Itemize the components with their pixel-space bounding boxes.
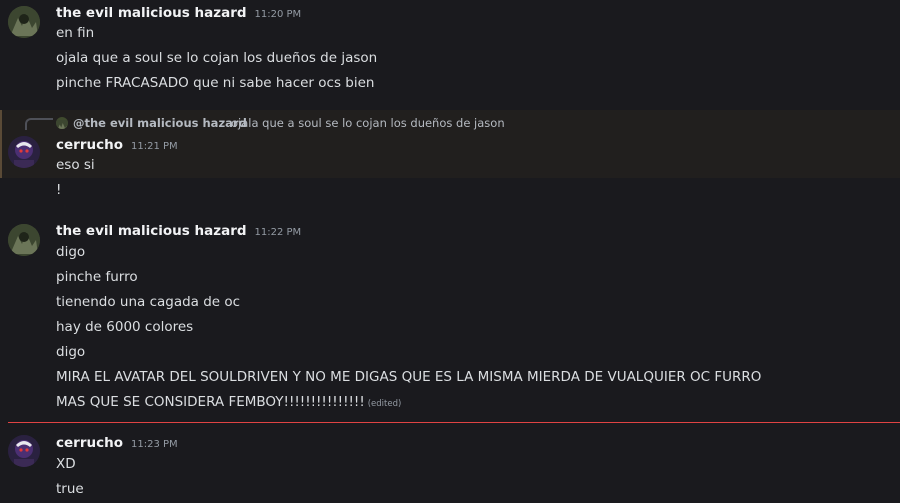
message-text-edited: MAS QUE SE CONSIDERA FEMBOY!!!!!!!!!!!!!…: [56, 394, 401, 410]
highlight-bar: [0, 110, 2, 178]
avatar[interactable]: [8, 136, 40, 168]
message-text: hay de 6000 colores: [56, 319, 194, 335]
message-author[interactable]: the evil malicious hazard 11:20 PM: [56, 5, 301, 21]
message-text: XD: [56, 456, 76, 472]
message-author[interactable]: cerrucho 11:23 PM: [56, 435, 178, 451]
avatar[interactable]: [8, 435, 40, 467]
message-text: ojala que a soul se lo cojan los dueños …: [56, 50, 378, 66]
edited-tag: (edited): [367, 399, 402, 409]
message-author[interactable]: cerrucho 11:21 PM: [56, 137, 178, 153]
message-text: true: [56, 481, 84, 497]
message-text: tienendo una cagada de oc: [56, 294, 241, 310]
message-author[interactable]: the evil malicious hazard 11:22 PM: [56, 223, 301, 239]
avatar[interactable]: [8, 224, 40, 256]
new-messages-divider: [8, 422, 900, 423]
reply-avatar[interactable]: [56, 117, 68, 129]
message-text: !: [56, 182, 62, 198]
message-timestamp: 11:21 PM: [130, 141, 178, 152]
message-text: eso si: [56, 157, 95, 173]
author-name[interactable]: the evil malicious hazard: [56, 5, 247, 21]
author-name[interactable]: cerrucho: [56, 137, 123, 153]
message-text: digo: [56, 244, 86, 260]
message-text: digo: [56, 344, 86, 360]
avatar-image-icon: [8, 6, 40, 38]
message-text: en fin: [56, 25, 95, 41]
message-text: pinche furro: [56, 269, 138, 285]
reply-spine: [25, 118, 53, 130]
message-text: MIRA EL AVATAR DEL SOULDRIVEN Y NO ME DI…: [56, 369, 762, 385]
message-timestamp: 11:23 PM: [130, 439, 178, 450]
message-text: MAS QUE SE CONSIDERA FEMBOY!!!!!!!!!!!!!…: [56, 394, 365, 410]
message-timestamp: 11:20 PM: [254, 9, 302, 20]
message-text: pinche FRACASADO que ni sabe hacer ocs b…: [56, 75, 375, 91]
reply-author-mention[interactable]: @the evil malicious hazard: [73, 116, 247, 130]
author-name[interactable]: the evil malicious hazard: [56, 223, 247, 239]
reply-preview-text[interactable]: ojala que a soul se lo cojan los dueños …: [231, 116, 505, 130]
avatar[interactable]: [8, 6, 40, 38]
avatar-image-icon: [8, 435, 40, 467]
author-name[interactable]: cerrucho: [56, 435, 123, 451]
message-timestamp: 11:22 PM: [254, 227, 302, 238]
avatar-image-icon: [8, 224, 40, 256]
avatar-image-icon: [8, 136, 40, 168]
